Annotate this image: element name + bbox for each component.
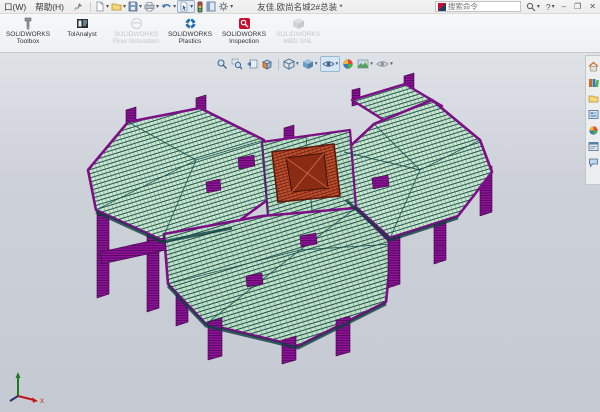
toolbox-bolt-icon xyxy=(22,17,34,30)
search-input[interactable] xyxy=(448,2,512,11)
solidworks-resources-tab[interactable] xyxy=(587,58,600,74)
view-palette-tab[interactable] xyxy=(587,106,600,122)
file-explorer-tab[interactable] xyxy=(587,90,600,106)
solidworks-forum-tab[interactable] xyxy=(587,154,600,170)
hide-show-items-button[interactable]: ▾ xyxy=(320,56,341,72)
flow-simulation-icon xyxy=(130,17,143,30)
heads-up-view-toolbar: ▾ ▾ ▾ ▾ ▾ xyxy=(215,56,395,72)
addin-label: SOLIDWORKS Toolbox xyxy=(2,31,54,45)
solidworks-logo-icon xyxy=(438,3,446,11)
file-properties-button[interactable] xyxy=(205,0,217,13)
chevron-down-icon: ▾ xyxy=(390,61,393,67)
chevron-down-icon: ▾ xyxy=(230,3,233,10)
chevron-down-icon: ▾ xyxy=(190,3,193,10)
separator xyxy=(278,59,279,70)
separator xyxy=(90,2,91,12)
addin-label: SOLIDWORKS MBD SNL xyxy=(272,31,324,45)
addins-toolbar: SOLIDWORKS Toolbox TolAnalyst SOLIDWORKS… xyxy=(0,14,600,53)
view-orientation-button[interactable]: ▾ xyxy=(282,57,300,71)
chevron-down-icon: ▾ xyxy=(296,61,299,67)
chevron-down-icon: ▾ xyxy=(552,3,555,10)
restore-button[interactable]: ❐ xyxy=(570,2,585,11)
close-button[interactable]: ✕ xyxy=(585,2,600,11)
minimize-button[interactable]: – xyxy=(558,2,570,11)
addin-tolanalyst[interactable]: TolAnalyst xyxy=(56,16,108,51)
addin-inspection[interactable]: SOLIDWORKS Inspection xyxy=(218,16,270,51)
chevron-down-icon: ▾ xyxy=(336,61,339,67)
tolanalyst-icon xyxy=(76,17,89,30)
search-scope-button[interactable]: ▾ xyxy=(523,2,543,12)
assembly-model-formwork[interactable] xyxy=(0,53,600,412)
command-search-box[interactable] xyxy=(435,1,521,12)
rebuild-button[interactable] xyxy=(195,0,205,13)
undo-button[interactable]: ▾ xyxy=(160,0,177,13)
menu-help[interactable]: 帮助(H) xyxy=(30,1,69,13)
open-document-button[interactable]: ▾ xyxy=(110,0,127,13)
new-document-button[interactable]: ▾ xyxy=(94,0,110,13)
section-view-button[interactable] xyxy=(260,57,274,71)
addin-mbd-snl[interactable]: SOLIDWORKS MBD SNL xyxy=(272,16,324,51)
addin-flow-simulation[interactable]: SOLIDWORKS Flow Simulation xyxy=(110,16,162,51)
menu-window-partial[interactable]: 口(W) xyxy=(0,1,30,13)
addin-label: SOLIDWORKS Flow Simulation xyxy=(110,31,162,45)
plastics-icon xyxy=(184,17,197,30)
red-core-zone[interactable] xyxy=(272,144,340,202)
chevron-down-icon: ▾ xyxy=(315,61,318,67)
custom-properties-tab[interactable] xyxy=(587,138,600,154)
apply-scene-button[interactable]: ▾ xyxy=(356,57,374,71)
title-bar: 口(W) 帮助(H) ▾ ▾ ▾ ▾ ▾ ▾ ▾ 友佳.欧尚名城2#总装 * xyxy=(0,0,600,14)
options-button[interactable]: ▾ xyxy=(217,0,234,13)
addin-solidworks-toolbox[interactable]: SOLIDWORKS Toolbox xyxy=(2,16,54,51)
print-button[interactable]: ▾ xyxy=(143,0,160,13)
addin-label: SOLIDWORKS Plastics xyxy=(164,31,216,45)
edit-appearance-button[interactable] xyxy=(341,57,355,71)
chevron-down-icon: ▾ xyxy=(123,3,126,10)
pin-icon[interactable] xyxy=(73,2,83,12)
inspection-icon xyxy=(238,17,251,30)
triad-x-label: X xyxy=(40,399,44,404)
graphics-viewport[interactable]: ▾ ▾ ▾ ▾ ▾ xyxy=(0,53,600,412)
chevron-down-icon: ▾ xyxy=(173,3,176,10)
reference-triad: X xyxy=(6,370,46,404)
help-glyph: ? xyxy=(546,2,551,12)
mbd-cube-icon xyxy=(292,17,305,30)
selection-filter-button[interactable]: ▾ xyxy=(177,0,195,13)
task-pane-tab-strip xyxy=(585,55,600,185)
zoom-to-fit-button[interactable] xyxy=(215,57,229,71)
help-button[interactable]: ? ▾ xyxy=(543,2,558,12)
chevron-down-icon: ▾ xyxy=(370,61,373,67)
previous-view-button[interactable] xyxy=(245,57,259,71)
addin-label: SOLIDWORKS Inspection xyxy=(218,31,270,45)
chevron-down-icon: ▾ xyxy=(156,3,159,10)
addin-label: TolAnalyst xyxy=(67,31,97,38)
chevron-down-icon: ▾ xyxy=(537,3,540,10)
zoom-to-area-button[interactable] xyxy=(230,57,244,71)
addin-plastics[interactable]: SOLIDWORKS Plastics xyxy=(164,16,216,51)
chevron-down-icon: ▾ xyxy=(106,3,109,10)
design-library-tab[interactable] xyxy=(587,74,600,90)
chevron-down-icon: ▾ xyxy=(139,3,142,10)
view-settings-button[interactable]: ▾ xyxy=(375,57,394,71)
display-style-button[interactable]: ▾ xyxy=(301,57,319,71)
appearances-scenes-tab[interactable] xyxy=(587,122,600,138)
save-button[interactable]: ▾ xyxy=(127,0,143,13)
